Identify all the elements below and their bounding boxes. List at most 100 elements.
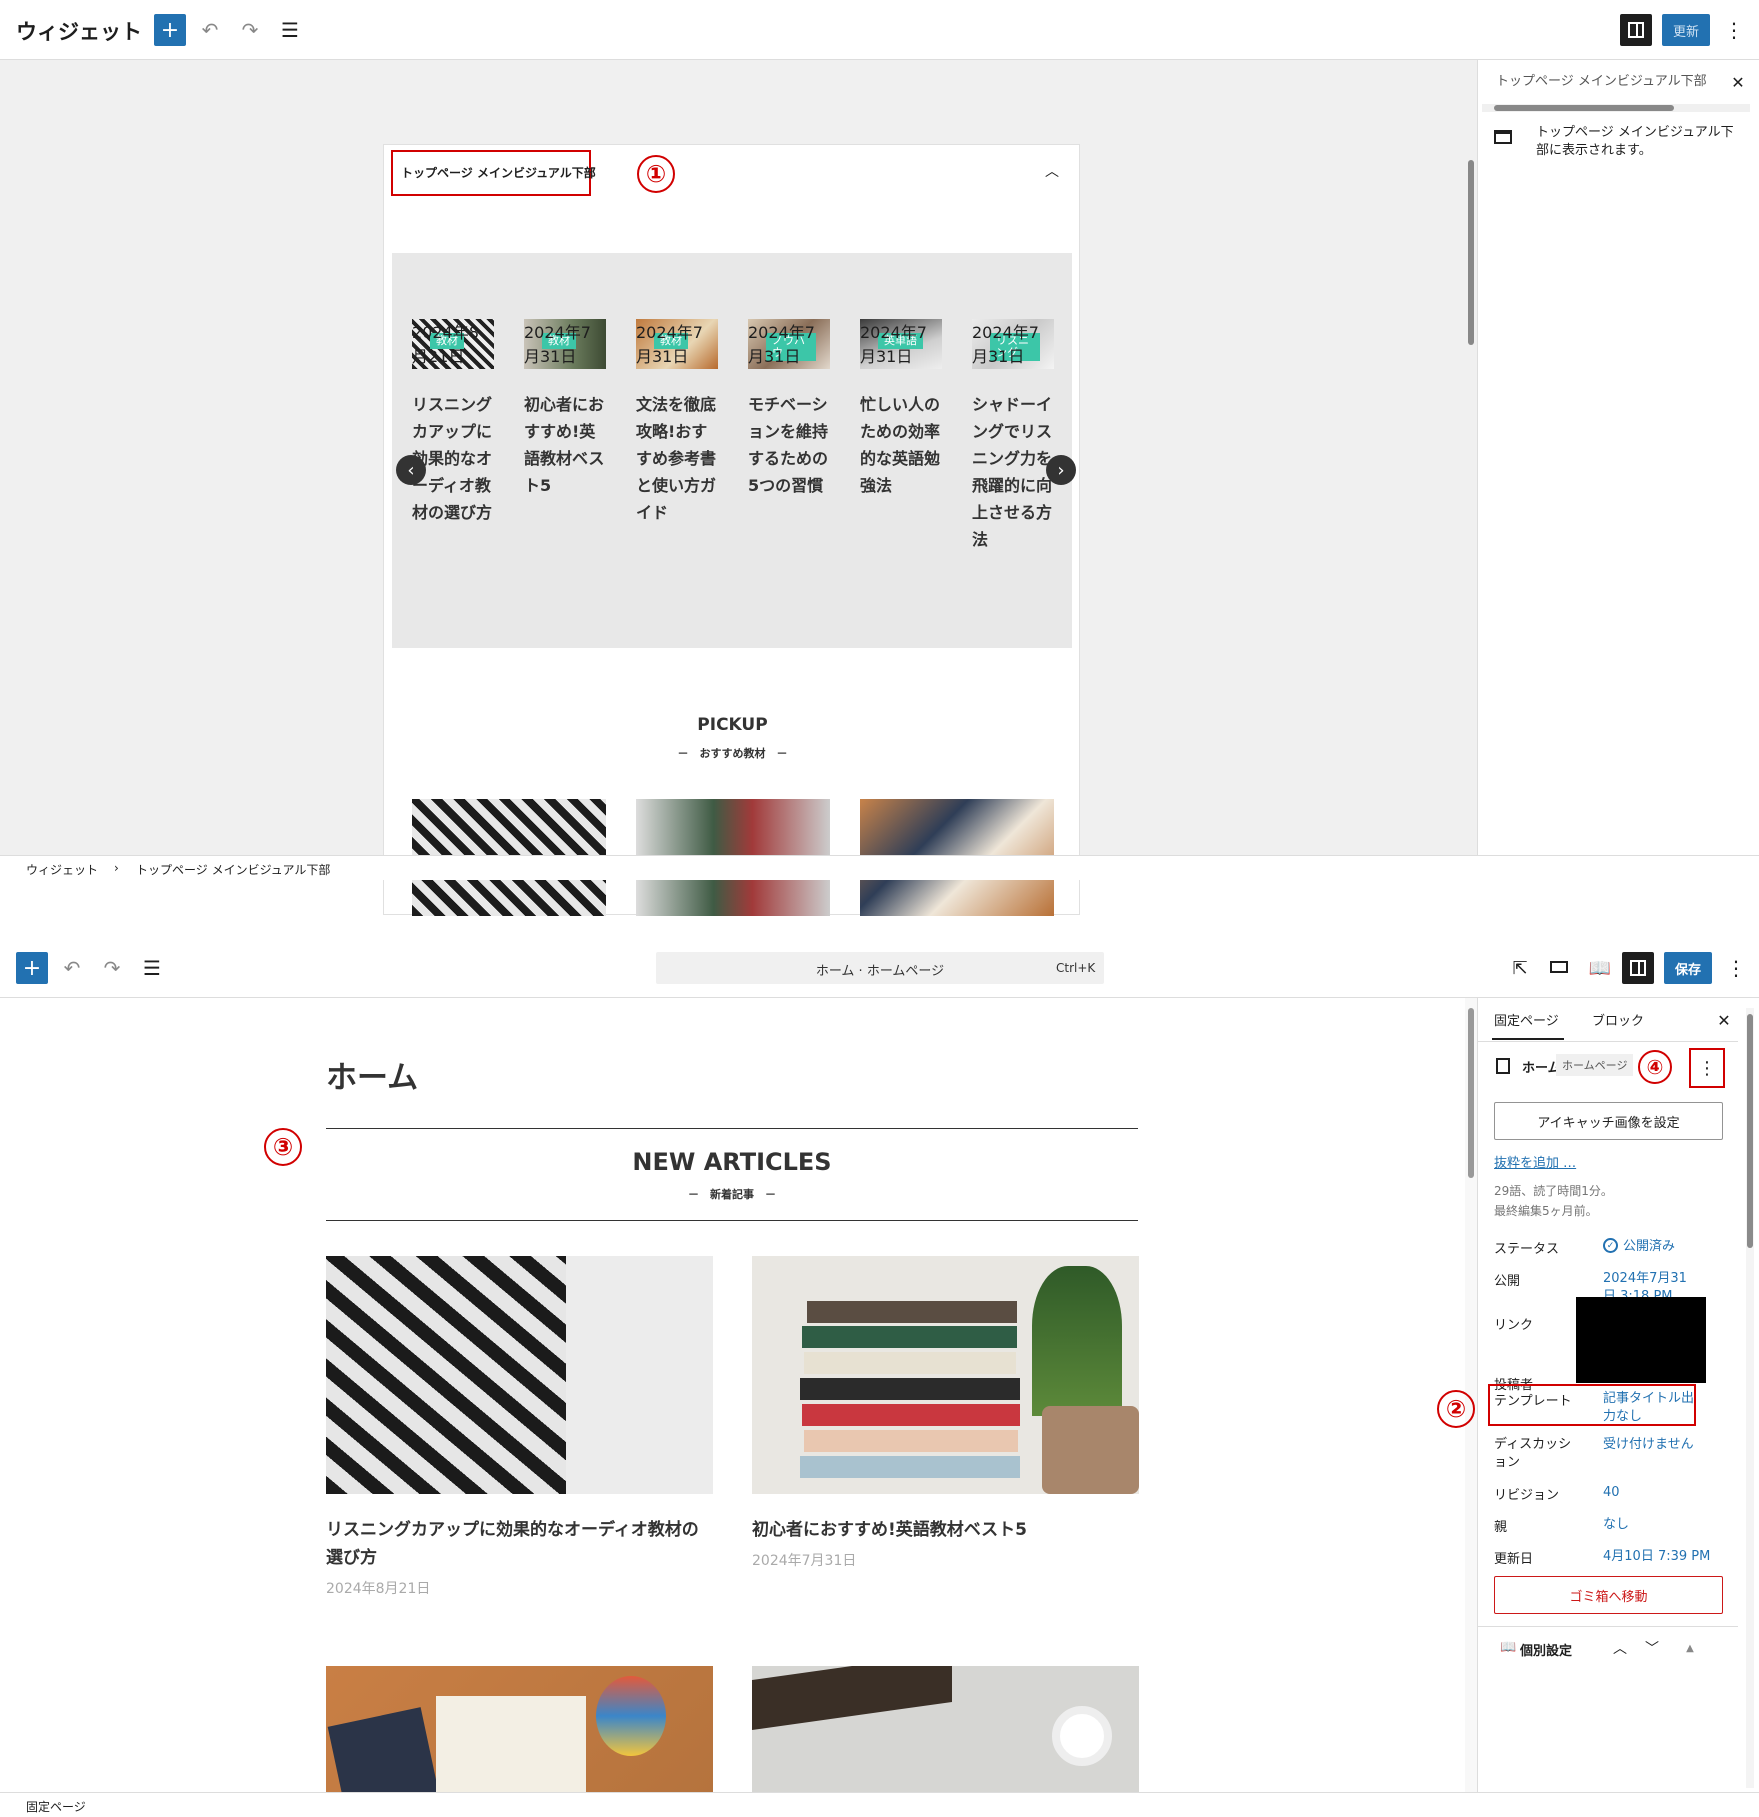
widget-area-title[interactable]: トップページ メインビジュアル下部 [401,164,596,181]
check-circle-icon: ✓ [1603,1238,1618,1253]
undo-icon[interactable]: ↶ [60,954,84,982]
page-title[interactable]: ホーム [326,1052,418,1097]
breadcrumb-root[interactable]: ウィジェット [26,861,98,878]
redacted-block [1576,1297,1706,1383]
update-button[interactable]: 更新 [1662,14,1710,46]
revisions-label: リビジョン [1494,1488,1560,1503]
close-icon[interactable]: ✕ [1728,72,1748,92]
discussion-value[interactable]: 受け付けません [1603,1436,1733,1454]
widgets-canvas: トップページ メインビジュアル下部 ① ︿ 教材 リスニングカアップに効果的なオ… [0,60,1465,916]
command-shortcut: Ctrl+K [1056,961,1096,975]
breadcrumb: 固定ページ [0,1792,1759,1817]
widget-settings-sidebar: トップページ メインビジュアル下部 ✕ トップページ メインビジュアル下部に表示… [1477,60,1759,855]
redo-icon[interactable]: ↷ [100,954,124,982]
more-options-icon[interactable]: ⋮ [1724,16,1744,44]
page-editor: + ↶ ↷ ☰ ホーム · ホームページ Ctrl+K ⇱ 📖 保存 ⋮ ホーム… [0,930,1759,1817]
article-image[interactable] [326,1256,713,1494]
widgets-editor: ウィジェット + ↶ ↷ ☰ 更新 ⋮ トップページ メインビジュアル下部 ① … [0,0,1759,916]
card-title[interactable]: 初心者におすすめ!英語教材ベスト5 [524,391,606,499]
card-date: 2024年7月31日 [524,323,591,366]
breadcrumb-current[interactable]: トップページ メインビジュアル下部 [136,861,330,878]
card-title[interactable]: シャドーイングでリスニング力を飛躍的に向上させる方法 [972,391,1054,553]
page-badge: ホームページ [1556,1054,1634,1076]
close-icon[interactable]: ✕ [1714,1010,1734,1030]
section-title: NEW ARTICLES [632,1148,832,1176]
card-title[interactable]: モチベーションを維持するための5つの習慣 [748,391,830,499]
add-excerpt-link[interactable]: 抜粋を追加 … [1494,1152,1576,1171]
settings-panel-toggle-icon[interactable] [1622,952,1654,984]
external-link-icon[interactable]: ⇱ [1508,954,1532,982]
breadcrumb: ウィジェット › トップページ メインビジュアル下部 [0,855,1759,880]
slider-next-icon[interactable]: › [1046,455,1076,485]
article-image[interactable] [326,1666,713,1792]
list-view-icon[interactable]: ☰ [140,954,164,982]
breadcrumb-root[interactable]: 固定ページ [26,1798,86,1815]
book-icon[interactable]: 📖 [1588,954,1612,982]
parent-value[interactable]: なし [1603,1516,1733,1534]
move-to-trash-button[interactable]: ゴミ箱へ移動 [1494,1576,1723,1614]
article-title[interactable]: リスニングカアップに効果的なオーディオ教材の選び方 [326,1516,713,1572]
article-image[interactable] [752,1666,1139,1792]
redo-icon[interactable]: ↷ [238,16,262,44]
editor-title: ウィジェット [16,20,142,44]
revisions-value[interactable]: 40 [1603,1484,1733,1502]
page-icon [1496,1058,1510,1074]
chevron-up-icon[interactable]: ︿ [1610,1638,1630,1658]
add-block-button[interactable]: + [154,14,186,46]
pickup-subtitle: － おすすめ教材 － [677,747,788,760]
widget-area-icon [1494,130,1512,144]
chevron-down-icon[interactable]: ﹀ [1642,1638,1662,1658]
device-preview-icon[interactable] [1550,961,1568,973]
canvas-scrollbar[interactable] [1465,60,1477,855]
collapse-icon[interactable]: ︿ [1042,161,1062,181]
template-label: テンプレート [1494,1394,1572,1409]
breadcrumb-separator: › [114,861,119,875]
card-title[interactable]: 忙しい人のための効率的な英語勉強法 [860,391,942,499]
undo-icon[interactable]: ↶ [198,16,222,44]
command-bar-label: ホーム · ホームページ [815,964,945,979]
save-button[interactable]: 保存 [1664,952,1712,984]
list-view-icon[interactable]: ☰ [278,16,302,44]
status-value[interactable]: 公開済み [1603,1238,1733,1256]
card-title[interactable]: リスニングカアップに効果的なオーディオ教材の選び方 [412,391,494,526]
tab-page[interactable]: 固定ページ [1494,1010,1559,1029]
post-slider: 教材 リスニングカアップに効果的なオーディオ教材の選び方 2024年8月21日 … [392,253,1076,648]
tab-active-indicator [1492,1038,1564,1040]
discussion-label: ディスカッション [1494,1437,1572,1470]
page-name: ホーム [1522,1061,1561,1076]
sidebar-scrollbar[interactable] [1482,104,1750,112]
article-card[interactable]: リスニングカアップに効果的なオーディオ教材の選び方 2024年8月21日 [326,1256,713,1598]
tab-block[interactable]: ブロック [1592,1010,1644,1029]
sidebar-scrollbar[interactable] [1746,1008,1754,1788]
command-palette-bar[interactable]: ホーム · ホームページ Ctrl+K [656,952,1104,984]
settings-panel-toggle-icon[interactable] [1620,14,1652,46]
article-card[interactable]: 初心者におすすめ!英語教材ベスト5 2024年7月31日 [752,1256,1139,1570]
card-date: 2024年7月31日 [860,323,927,366]
template-value[interactable]: 記事タイトル出力なし [1603,1390,1703,1426]
modified-value[interactable]: 4月10日 7:39 PM [1603,1548,1733,1566]
card-title[interactable]: 文法を徹底攻略!おすすめ参考書と使い方ガイド [636,391,718,526]
article-image[interactable] [752,1256,1139,1494]
annotation-number-4: ④ [1638,1050,1672,1084]
slider-prev-icon[interactable]: ‹ [396,455,426,485]
annotation-number-2: ② [1437,1390,1475,1428]
collapse-arrow-icon[interactable]: ▲ [1682,1640,1698,1656]
sidebar-widget-description: トップページ メインビジュアル下部に表示されます。 [1536,125,1734,158]
parent-label: 親 [1494,1520,1508,1535]
page-canvas: ホーム ③ NEW ARTICLES － 新着記事 － リスニングカアップに効果… [0,998,1465,1792]
publish-label: 公開 [1494,1274,1521,1289]
section-subtitle: － 新着記事 － [688,1188,776,1201]
add-block-button[interactable]: + [16,952,48,984]
custom-settings-label[interactable]: 個別設定 [1520,1640,1572,1659]
widgets-toolbar: ウィジェット + ↶ ↷ ☰ 更新 ⋮ [0,0,1759,60]
featured-image-button[interactable]: アイキャッチ画像を設定 [1494,1102,1723,1140]
card-date: 2024年7月31日 [636,323,703,366]
more-options-icon[interactable]: ⋮ [1726,954,1746,982]
widget-area[interactable]: トップページ メインビジュアル下部 ① ︿ 教材 リスニングカアップに効果的なオ… [383,144,1080,916]
book-icon: 📖 [1500,1640,1517,1655]
page-actions-icon[interactable]: ⋮ [1697,1056,1717,1080]
article-title[interactable]: 初心者におすすめ!英語教材ベスト5 [752,1516,1139,1544]
card-date: 2024年8月21日 [412,323,479,366]
card-date: 2024年7月31日 [972,323,1039,366]
article-date: 2024年7月31日 [752,1553,857,1569]
